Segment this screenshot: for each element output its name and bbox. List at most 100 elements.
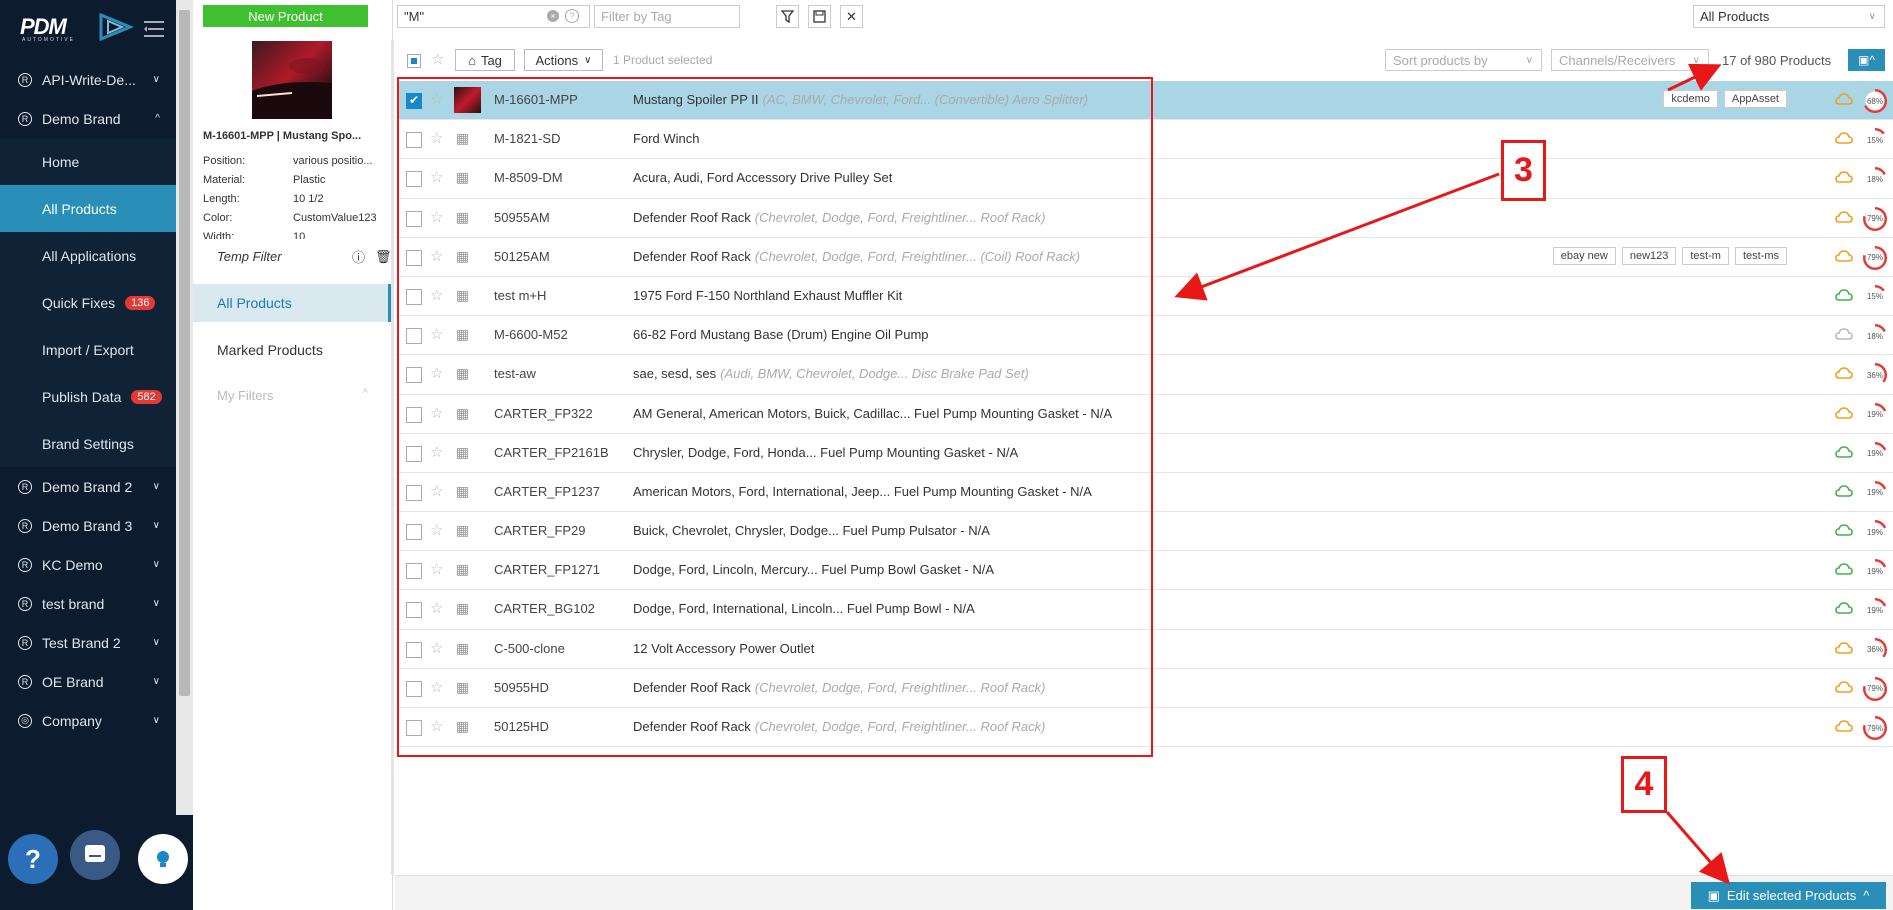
product-tag[interactable]: test-m	[1682, 246, 1729, 265]
sort-select[interactable]: Sort products by ∨	[1385, 49, 1542, 71]
sidebar-scrollbar-thumb[interactable]	[179, 10, 190, 696]
star-icon[interactable]: ☆	[430, 286, 443, 304]
row-checkbox[interactable]	[406, 445, 422, 462]
star-icon[interactable]: ☆	[430, 90, 443, 108]
ideas-button[interactable]	[138, 834, 188, 884]
product-row[interactable]: ☆ ▦ test-aw sae, sesd, ses (Audi, BMW, Chevr…	[397, 355, 1893, 395]
star-icon[interactable]: ☆	[430, 521, 443, 539]
temp-filter[interactable]: Temp Filter ⓘ 🗑	[193, 240, 393, 273]
sidebar-item-brand-settings[interactable]: Brand Settings	[0, 420, 176, 467]
row-checkbox[interactable]	[406, 132, 422, 149]
panel-divider[interactable]	[391, 40, 394, 875]
product-tag[interactable]: AppAsset	[1723, 90, 1787, 108]
brand-more-6[interactable]: ◎ Company ∨	[0, 701, 176, 740]
product-row[interactable]: ☆ ▦ CARTER_FP1271 Dodge, Ford, Lincoln, Mer…	[397, 551, 1893, 591]
sidebar-item-home[interactable]: Home	[0, 138, 176, 185]
clear-filter-button[interactable]: ✕	[840, 5, 863, 28]
row-checkbox[interactable]	[406, 328, 422, 345]
star-icon[interactable]: ☆	[430, 208, 443, 226]
row-checkbox[interactable]	[406, 288, 422, 305]
brand-more-4[interactable]: R Test Brand 2 ∨	[0, 623, 176, 662]
channels-select[interactable]: Channels/Receivers ∨	[1551, 49, 1709, 71]
filter-all-products[interactable]: All Products	[193, 284, 391, 322]
star-icon[interactable]: ☆	[430, 560, 443, 578]
star-icon[interactable]: ☆	[430, 129, 443, 147]
search-help-icon[interactable]: ?	[565, 9, 579, 23]
brand-more-2[interactable]: R KC Demo ∨	[0, 545, 176, 584]
search-input[interactable]: "M" ×?	[397, 5, 590, 28]
product-row[interactable]: ☆ ▦ CARTER_FP29 Buick, Chevrolet, Chrysler,…	[397, 512, 1893, 552]
product-row[interactable]: ☆ ▦ M-8509-DM Acura, Audi, Ford Accessory D…	[397, 159, 1893, 199]
filter-button[interactable]	[776, 5, 799, 28]
tag-button[interactable]: ⌂ Tag	[455, 49, 515, 71]
brand-more-3[interactable]: Rtest brand ∨	[0, 584, 176, 623]
star-icon[interactable]: ☆	[430, 325, 443, 343]
panel-toggle-button[interactable]: ▣^	[1848, 49, 1885, 71]
row-checkbox[interactable]	[406, 93, 422, 109]
row-checkbox[interactable]	[406, 210, 422, 227]
help-circle-icon[interactable]: ⓘ	[352, 247, 365, 266]
product-tag[interactable]: new123	[1621, 246, 1677, 265]
product-tag[interactable]: kcdemo	[1663, 90, 1718, 108]
product-row[interactable]: ☆ ▦ test m+H 1975 Ford F-150 Northland Exha…	[397, 277, 1893, 317]
star-icon[interactable]: ☆	[430, 678, 443, 696]
brand-more-5[interactable]: R OE Brand ∨	[0, 662, 176, 701]
chat-button[interactable]	[70, 830, 120, 880]
row-checkbox[interactable]	[406, 484, 422, 501]
sidebar-item-quick-fixes[interactable]: Quick Fixes 136	[0, 279, 176, 326]
row-checkbox[interactable]	[406, 602, 422, 619]
actions-dropdown[interactable]: Actions ∨	[524, 49, 603, 71]
clear-search-icon[interactable]: ×	[547, 10, 559, 22]
product-row[interactable]: ☆ ▦ CARTER_FP322 AM General, American Motor…	[397, 395, 1893, 434]
star-icon[interactable]: ☆	[430, 717, 443, 735]
row-checkbox[interactable]	[406, 641, 422, 658]
product-row[interactable]: ☆ ▦ 50955AM Defender Roof Rack (Chevrolet, D…	[397, 199, 1893, 238]
row-checkbox[interactable]	[406, 680, 422, 697]
star-icon[interactable]: ☆	[430, 599, 443, 617]
star-icon[interactable]: ☆	[430, 364, 443, 382]
brand-item-1[interactable]: R Demo Brand ^	[0, 99, 176, 138]
sidebar-item-import-export[interactable]: Import / Export	[0, 326, 176, 373]
star-icon[interactable]: ☆	[430, 404, 443, 422]
row-checkbox[interactable]	[406, 249, 422, 266]
product-row[interactable]: ☆ ▦ 50125AM Defender Roof Rack (Chevrolet, D…	[397, 238, 1893, 277]
product-row[interactable]: ☆ ▦ 50125HD Defender Roof Rack (Chevrolet, D…	[397, 708, 1893, 748]
product-row[interactable]: ☆ ▦ CARTER_BG102 Dodge, Ford, International…	[397, 590, 1893, 630]
save-filter-button[interactable]	[808, 5, 831, 28]
tag-filter-input[interactable]: Filter by Tag	[594, 5, 740, 28]
brand-more-1[interactable]: R Demo Brand 3 ∨	[0, 506, 176, 545]
row-checkbox[interactable]	[406, 524, 422, 541]
product-tag[interactable]: test-ms	[1734, 246, 1787, 265]
view-select[interactable]: All Products ∨	[1693, 5, 1885, 28]
filter-marked-products[interactable]: Marked Products	[193, 331, 391, 369]
star-all-icon[interactable]: ☆	[431, 50, 444, 68]
row-checkbox[interactable]	[406, 720, 422, 736]
help-button[interactable]: ?	[8, 834, 58, 884]
product-row[interactable]: ☆ ▦ C-500-clone 12 Volt Accessory Power Out…	[397, 630, 1893, 669]
product-row[interactable]: ☆ M-16601-MPP Mustang Spoiler PP II(AC, BM…	[397, 81, 1893, 121]
sidebar-item-publish-data[interactable]: Publish Data 582	[0, 373, 176, 420]
collapse-menu-icon[interactable]	[142, 18, 166, 40]
star-icon[interactable]: ☆	[430, 482, 443, 500]
select-all-checkbox[interactable]	[407, 54, 421, 68]
star-icon[interactable]: ☆	[430, 443, 443, 461]
brand-more-0[interactable]: R Demo Brand 2 ∨	[0, 467, 176, 506]
star-icon[interactable]: ☆	[430, 168, 443, 186]
sidebar-item-all-products[interactable]: All Products	[0, 185, 176, 232]
new-product-button[interactable]: New Product	[203, 5, 368, 27]
row-checkbox[interactable]	[406, 367, 422, 384]
product-row[interactable]: ☆ ▦ 50955HD Defender Roof Rack (Chevrolet, D…	[397, 669, 1893, 708]
edit-selected-products-button[interactable]: ▣ Edit selected Products ^	[1691, 882, 1886, 909]
product-row[interactable]: ☆ ▦ CARTER_FP2161B Chrysler, Dodge, Ford, H…	[397, 434, 1893, 473]
row-checkbox[interactable]	[406, 171, 422, 188]
brand-item-0[interactable]: R API-Write-De... ∨	[0, 60, 176, 99]
product-row[interactable]: ☆ ▦ M-6600-M52 66-82 Ford Mustang Base (Dru…	[397, 316, 1893, 356]
row-checkbox[interactable]	[406, 406, 422, 423]
star-icon[interactable]: ☆	[430, 639, 443, 657]
product-tag[interactable]: ebay new	[1552, 246, 1616, 265]
star-icon[interactable]: ☆	[430, 247, 443, 265]
product-row[interactable]: ☆ ▦ CARTER_FP1237 American Motors, Ford, In…	[397, 473, 1893, 513]
product-row[interactable]: ☆ ▦ M-1821-SD Ford Winch 15%	[397, 120, 1893, 160]
trash-icon[interactable]: 🗑	[375, 249, 392, 265]
sidebar-item-all-applications[interactable]: All Applications	[0, 232, 176, 279]
